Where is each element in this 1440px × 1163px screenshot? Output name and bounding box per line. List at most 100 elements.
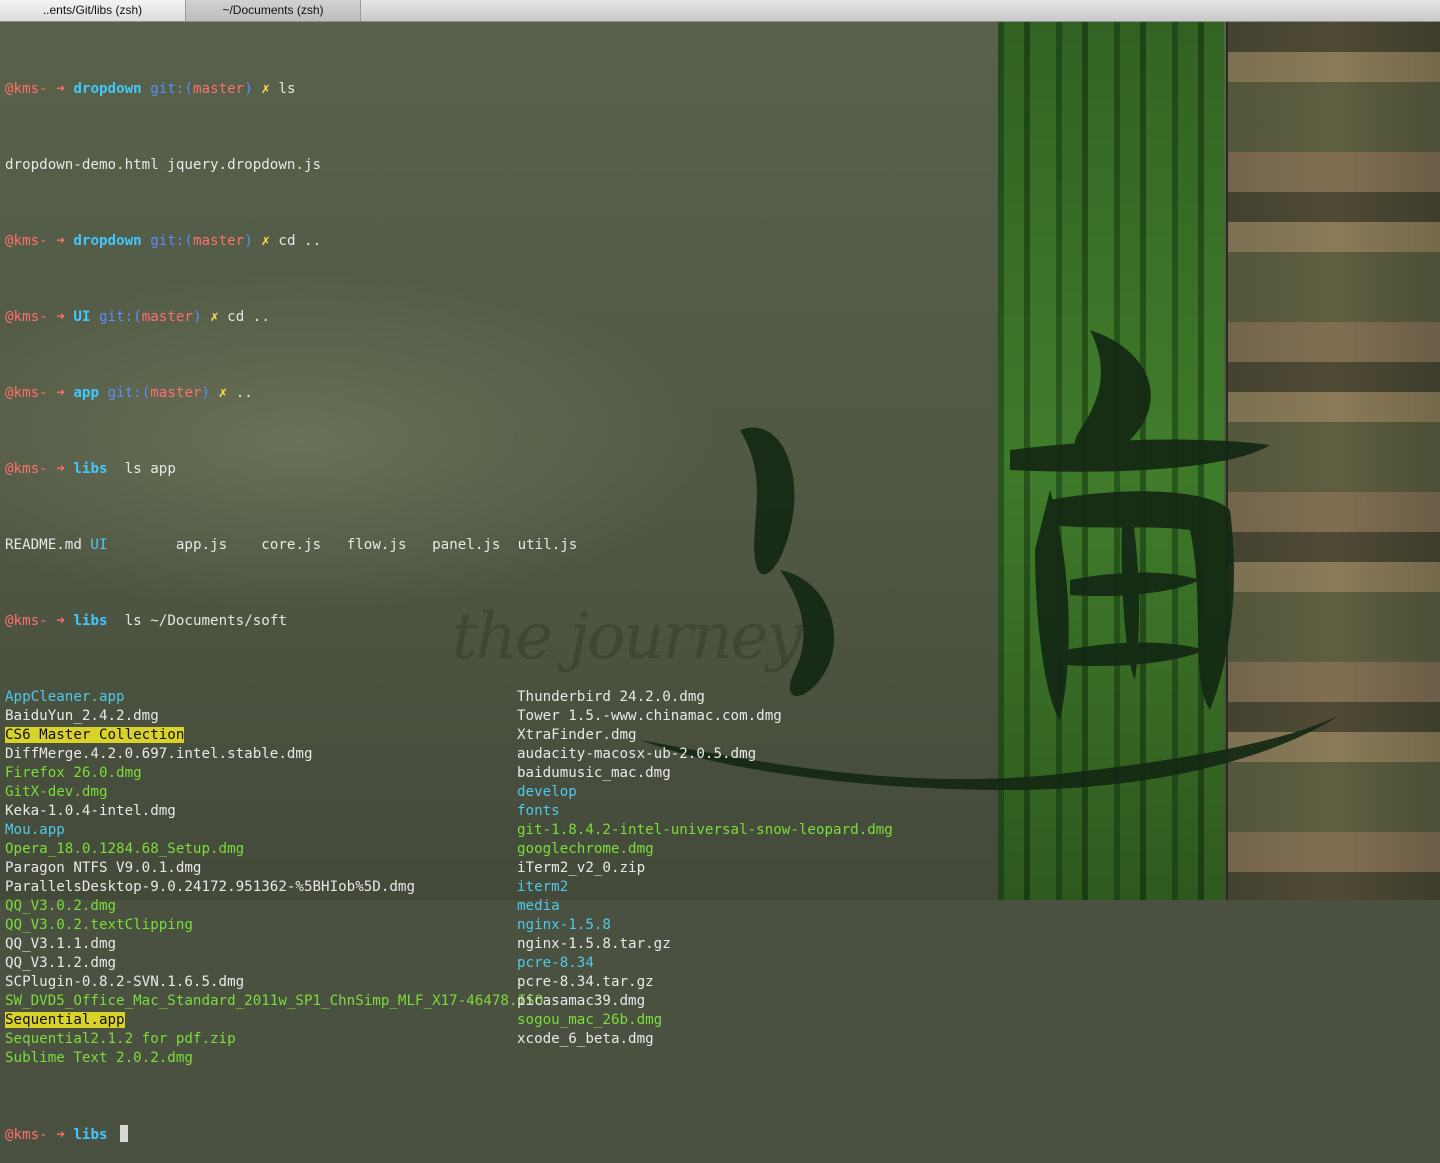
- listing-row: SW_DVD5_Office_Mac_Standard_2011w_SP1_Ch…: [5, 992, 1005, 1011]
- listing-column-2: iterm2: [517, 878, 568, 897]
- file-entry: QQ_V3.1.2.dmg: [5, 955, 117, 971]
- listing-column-2: pcre-8.34: [517, 954, 594, 973]
- listing-row: Sublime Text 2.0.2.dmg: [5, 1049, 1005, 1068]
- file-entry: googlechrome.dmg: [517, 841, 654, 857]
- file-entry: iTerm2_v2_0.zip: [517, 860, 646, 876]
- listing-column-2: sogou_mac_26b.dmg: [517, 1011, 662, 1030]
- prompt-line: @kms- ➜ dropdown git:(master) ✗ ls: [5, 80, 1005, 99]
- file-entry: util.js: [517, 537, 578, 553]
- prompt-arrow-icon: ➜: [56, 309, 65, 325]
- file-entry: SW_DVD5_Office_Mac_Standard_2011w_SP1_Ch…: [5, 993, 544, 1009]
- file-entry: Opera_18.0.1284.68_Setup.dmg: [5, 841, 245, 857]
- command-text: ls ~/Documents/soft: [124, 613, 287, 629]
- file-entry: pcre-8.34: [517, 955, 594, 971]
- prompt-user: @kms-: [5, 1127, 48, 1143]
- prompt-dir: UI: [73, 309, 91, 325]
- file-entry: Paragon NTFS V9.0.1.dmg: [5, 860, 202, 876]
- listing-column-2: develop: [517, 783, 577, 802]
- file-entry: Sublime Text 2.0.2.dmg: [5, 1050, 193, 1066]
- git-branch: master: [192, 233, 245, 249]
- prompt-line: @kms- ➜ libs ls app: [5, 460, 1005, 479]
- file-entry: Thunderbird 24.2.0.dmg: [517, 689, 705, 705]
- listing-row: DiffMerge.4.2.0.697.intel.stable.dmg auda…: [5, 745, 1005, 764]
- prompt-user: @kms-: [5, 385, 48, 401]
- listing-row: CS6 Master Collection XtraFinder.dmg: [5, 726, 1005, 745]
- soft-listing: AppCleaner.app Thunderbird 24.2.0.dmg Baid…: [5, 688, 1005, 1068]
- listing-column-2: fonts: [517, 802, 560, 821]
- file-entry: GitX-dev.dmg: [5, 784, 108, 800]
- listing-column-2: iTerm2_v2_0.zip: [517, 859, 645, 878]
- listing-column-2: pcre-8.34.tar.gz: [517, 973, 654, 992]
- tab-libs[interactable]: ..ents/Git/libs (zsh): [0, 0, 186, 21]
- file-entry: baidumusic_mac.dmg: [517, 765, 671, 781]
- file-entry: nginx-1.5.8: [517, 917, 611, 933]
- file-entry: Sequential.app: [5, 1012, 125, 1028]
- prompt-user: @kms-: [5, 81, 48, 97]
- dirty-mark-icon: ✗: [210, 309, 219, 325]
- command-text: ls app: [124, 461, 176, 477]
- git-label-close: ): [244, 81, 253, 97]
- listing-row: QQ_V3.1.1.dmg nginx-1.5.8.tar.gz: [5, 935, 1005, 954]
- prompt-dir: dropdown: [73, 233, 142, 249]
- listing-column-2: Tower 1.5.-www.chinamac.com.dmg: [517, 707, 782, 726]
- prompt-line: @kms- ➜ UI git:(master) ✗ cd ..: [5, 308, 1005, 327]
- file-entry: BaiduYun_2.4.2.dmg: [5, 708, 159, 724]
- tab-documents[interactable]: ~/Documents (zsh): [186, 0, 361, 21]
- prompt-line-current[interactable]: @kms- ➜ libs: [5, 1125, 1005, 1144]
- prompt-dir: dropdown: [73, 81, 142, 97]
- listing-row: Mou.app git-1.8.4.2-intel-universal-snow-…: [5, 821, 1005, 840]
- file-entry: QQ_V3.0.2.textClipping: [5, 917, 193, 933]
- git-label: git:(: [150, 81, 193, 97]
- listing-column-2: nginx-1.5.8.tar.gz: [517, 935, 671, 954]
- listing-row: QQ_V3.0.2.textClipping nginx-1.5.8: [5, 916, 1005, 935]
- listing-column-2: xcode_6_beta.dmg: [517, 1030, 654, 1049]
- listing-row: Sequential.app sogou_mac_26b.dmg: [5, 1011, 1005, 1030]
- prompt-arrow-icon: ➜: [56, 1127, 65, 1143]
- file-entry: pcre-8.34.tar.gz: [517, 974, 654, 990]
- file-entry: picasamac39.dmg: [517, 993, 646, 1009]
- git-label-close: ): [244, 233, 253, 249]
- git-label: git:(: [150, 233, 193, 249]
- prompt-line: @kms- ➜ libs ls ~/Documents/soft: [5, 612, 1005, 631]
- prompt-line: @kms- ➜ app git:(master) ✗ ..: [5, 384, 1005, 403]
- dirty-mark-icon: ✗: [261, 81, 270, 97]
- prompt-line: @kms- ➜ dropdown git:(master) ✗ cd ..: [5, 232, 1005, 251]
- command-text: ls: [278, 81, 296, 97]
- prompt-user: @kms-: [5, 233, 48, 249]
- file-entry: fonts: [517, 803, 560, 819]
- listing-column-2: audacity-macosx-ub-2.0.5.dmg: [517, 745, 756, 764]
- listing-row: GitX-dev.dmg develop: [5, 783, 1005, 802]
- file-entry: XtraFinder.dmg: [517, 727, 637, 743]
- prompt-dir: app: [73, 385, 99, 401]
- file-entry: CS6 Master Collection: [5, 727, 185, 743]
- prompt-arrow-icon: ➜: [56, 385, 65, 401]
- prompt-arrow-icon: ➜: [56, 461, 65, 477]
- file-entry: panel.js: [432, 537, 501, 553]
- listing-row: ParallelsDesktop-9.0.24172.951362-%5BHIo…: [5, 878, 1005, 897]
- git-label: git:(: [99, 309, 142, 325]
- file-entry: nginx-1.5.8.tar.gz: [517, 936, 671, 952]
- listing-row: Keka-1.0.4-intel.dmg fonts: [5, 802, 1005, 821]
- listing-row: Opera_18.0.1284.68_Setup.dmg googlechrome…: [5, 840, 1005, 859]
- output-line: dropdown-demo.html jquery.dropdown.js: [5, 157, 322, 173]
- listing-row: AppCleaner.app Thunderbird 24.2.0.dmg: [5, 688, 1005, 707]
- file-entry: ParallelsDesktop-9.0.24172.951362-%5BHIo…: [5, 879, 415, 895]
- file-entry: flow.js: [346, 537, 407, 553]
- prompt-user: @kms-: [5, 461, 48, 477]
- git-branch: master: [150, 385, 202, 401]
- file-entry: Mou.app: [5, 822, 65, 838]
- listing-row: Sequential2.1.2 for pdf.zip xcode_6_beta.…: [5, 1030, 1005, 1049]
- git-label-close: ): [192, 309, 202, 325]
- prompt-arrow-icon: ➜: [56, 81, 65, 97]
- file-entry: media: [517, 898, 560, 914]
- listing-row: Firefox 26.0.dmg baidumusic_mac.dmg: [5, 764, 1005, 783]
- git-branch: master: [192, 81, 245, 97]
- dirty-mark-icon: ✗: [218, 385, 228, 401]
- file-entry: develop: [517, 784, 577, 800]
- file-entry: git-1.8.4.2-intel-universal-snow-leopard…: [517, 822, 893, 838]
- listing-column-2: baidumusic_mac.dmg: [517, 764, 671, 783]
- terminal-output[interactable]: @kms- ➜ dropdown git:(master) ✗ ls dropd…: [5, 23, 1005, 1163]
- file-entry: Firefox 26.0.dmg: [5, 765, 142, 781]
- file-entry: Sequential2.1.2 for pdf.zip: [5, 1031, 236, 1047]
- file-entry: QQ_V3.0.2.dmg: [5, 898, 117, 914]
